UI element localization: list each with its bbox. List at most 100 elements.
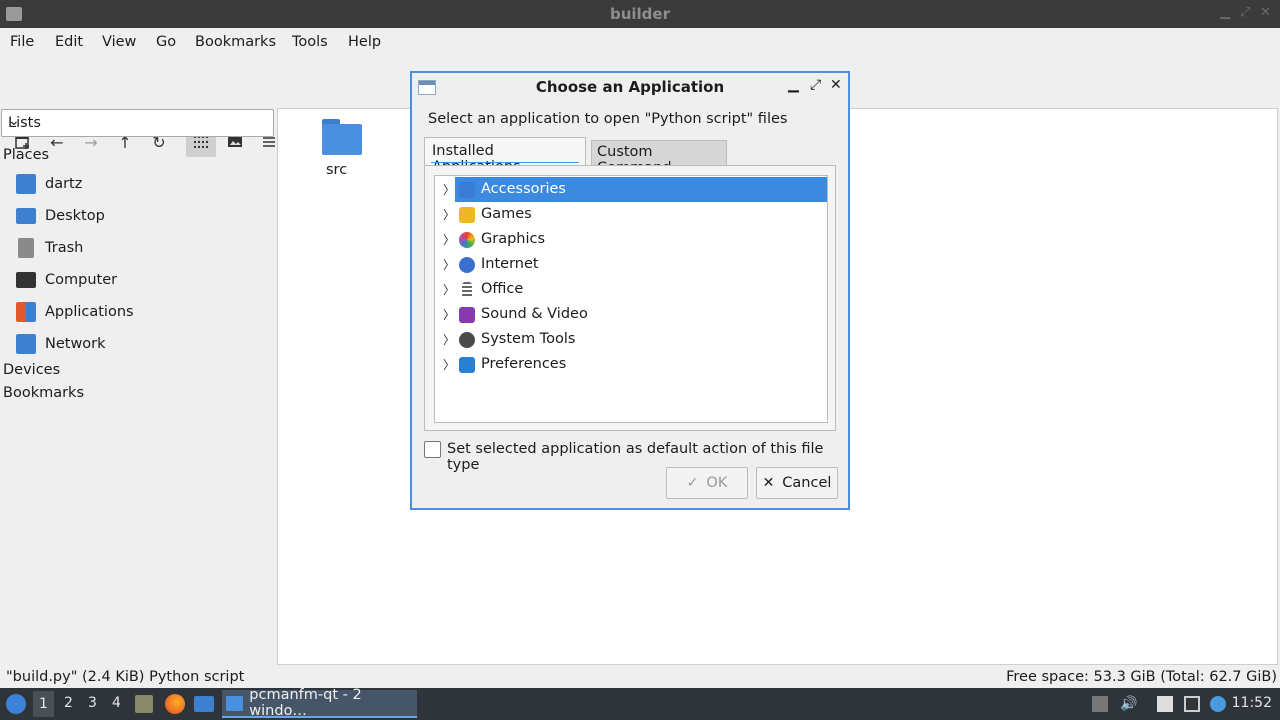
menu-help[interactable]: Help xyxy=(348,34,381,50)
expand-arrow-icon[interactable]: 〉 xyxy=(443,356,455,373)
workspace-3[interactable]: 3 xyxy=(88,695,97,711)
status-free-space: Free space: 53.3 GiB (Total: 62.7 GiB) xyxy=(1006,669,1277,685)
menu-go[interactable]: Go xyxy=(156,34,176,50)
dialog-prompt: Select an application to open "Python sc… xyxy=(428,111,788,127)
devices-header[interactable]: Devices xyxy=(3,362,60,378)
expand-arrow-icon[interactable]: 〉 xyxy=(443,306,455,323)
dialog-minimize-button[interactable]: ▁ xyxy=(788,77,799,93)
ok-button[interactable]: ✓ OK xyxy=(666,467,748,499)
sidebar-item-trash[interactable]: Trash xyxy=(16,235,83,261)
sidebar-item-applications[interactable]: Applications xyxy=(16,299,134,325)
folder-icon[interactable] xyxy=(322,119,362,155)
tree-item-accessories[interactable]: 〉 Accessories xyxy=(435,177,828,202)
tree-item-system-tools[interactable]: 〉 System Tools xyxy=(435,327,828,352)
sidebar-item-label: Trash xyxy=(45,240,84,256)
graphics-icon xyxy=(459,232,475,248)
places-header[interactable]: Places xyxy=(3,147,49,163)
folder-label[interactable]: src xyxy=(326,162,347,178)
tree-item-label: Games xyxy=(481,206,532,222)
volume-icon[interactable]: 🔊 xyxy=(1120,696,1137,712)
chevron-down-icon: ⌄ xyxy=(8,113,20,129)
tab-installed-applications[interactable]: Installed Applications xyxy=(424,137,586,175)
sidebar-item-dartz[interactable]: dartz xyxy=(16,171,82,197)
status-selection: "build.py" (2.4 KiB) Python script xyxy=(6,669,245,685)
sidebar-item-label: dartz xyxy=(45,176,83,192)
folder-icon xyxy=(226,695,244,711)
office-icon xyxy=(462,282,472,298)
expand-arrow-icon[interactable]: 〉 xyxy=(443,256,455,273)
tree-item-games[interactable]: 〉 Games xyxy=(435,202,828,227)
expand-arrow-icon[interactable]: 〉 xyxy=(443,281,455,298)
dialog-title: Choose an Application xyxy=(535,78,725,96)
update-notifier-icon[interactable] xyxy=(1210,696,1226,712)
window-titlebar: builder ▁ ⤢ ✕ xyxy=(0,0,1280,28)
tree-item-label: Graphics xyxy=(481,231,546,247)
expand-arrow-icon[interactable]: 〉 xyxy=(443,206,455,223)
sidebar-item-network[interactable]: Network xyxy=(16,331,106,357)
tree-item-label: Accessories xyxy=(481,181,566,197)
close-button[interactable]: ✕ xyxy=(1260,5,1271,20)
expand-arrow-icon[interactable]: 〉 xyxy=(443,231,455,248)
task-button-pcmanfm[interactable]: pcmanfm-qt - 2 windo… xyxy=(222,687,417,719)
workspace-4[interactable]: 4 xyxy=(112,695,121,711)
preferences-icon xyxy=(459,357,475,373)
check-icon: ✓ xyxy=(686,475,699,491)
tree-item-label: System Tools xyxy=(481,331,576,347)
trash-icon xyxy=(18,238,34,258)
start-menu-icon[interactable] xyxy=(6,694,26,714)
application-category-tree[interactable]: 〉 Accessories 〉 Games 〉 Graphics 〉 Inter… xyxy=(434,175,828,423)
menu-bar: File Edit View Go Bookmarks Tools Help xyxy=(0,28,1280,58)
close-icon: ✕ xyxy=(762,475,775,491)
menu-edit[interactable]: Edit xyxy=(55,34,83,50)
computer-icon xyxy=(16,272,36,288)
ok-label: OK xyxy=(706,475,728,491)
minimize-button[interactable]: ▁ xyxy=(1220,5,1230,20)
firefox-launcher-icon[interactable] xyxy=(165,694,185,714)
tree-item-internet[interactable]: 〉 Internet xyxy=(435,252,828,277)
maximize-button[interactable]: ⤢ xyxy=(1240,5,1250,20)
tree-item-preferences[interactable]: 〉 Preferences xyxy=(435,352,828,377)
workspace-1[interactable]: 1 xyxy=(33,691,54,717)
tab-custom-command[interactable]: Custom Command xyxy=(591,140,727,176)
expand-arrow-icon[interactable]: 〉 xyxy=(443,331,455,348)
tree-item-sound-video[interactable]: 〉 Sound & Video xyxy=(435,302,828,327)
network-icon xyxy=(16,334,36,354)
tree-item-label: Preferences xyxy=(481,356,567,372)
tree-item-office[interactable]: 〉 Office xyxy=(435,277,828,302)
taskbar: 1 2 3 4 pcmanfm-qt - 2 windo… 🔊 11:52 xyxy=(0,687,1280,720)
eject-icon[interactable] xyxy=(1092,696,1108,712)
sidebar-mode-combo[interactable]: Lists ⌄ xyxy=(1,109,274,137)
menu-view[interactable]: View xyxy=(102,34,136,50)
tree-item-graphics[interactable]: 〉 Graphics xyxy=(435,227,828,252)
expand-arrow-icon[interactable]: 〉 xyxy=(443,181,455,198)
workspace-2[interactable]: 2 xyxy=(64,695,73,711)
installed-applications-panel: 〉 Accessories 〉 Games 〉 Graphics 〉 Inter… xyxy=(424,165,836,431)
system-tools-icon xyxy=(459,332,475,348)
task-button-label: pcmanfm-qt - 2 windo… xyxy=(249,687,362,719)
accessories-icon xyxy=(459,182,475,198)
sidebar-item-label: Applications xyxy=(45,304,134,320)
cancel-button[interactable]: ✕ Cancel xyxy=(756,467,838,499)
sidebar-item-desktop[interactable]: Desktop xyxy=(16,203,105,229)
show-desktop-icon[interactable] xyxy=(194,696,214,712)
default-action-checkbox[interactable] xyxy=(424,441,441,458)
clipboard-icon[interactable] xyxy=(1157,696,1173,712)
bookmarks-header[interactable]: Bookmarks xyxy=(3,385,84,401)
dialog-close-button[interactable]: ✕ xyxy=(830,77,842,93)
file-manager-launcher-icon[interactable] xyxy=(135,695,153,713)
applications-icon xyxy=(16,302,36,322)
sound-video-icon xyxy=(459,307,475,323)
desktop-icon xyxy=(16,208,36,224)
tree-item-label: Office xyxy=(481,281,524,297)
menu-file[interactable]: File xyxy=(10,34,34,50)
dialog-maximize-button[interactable]: ⤢ xyxy=(810,77,821,93)
menu-tools[interactable]: Tools xyxy=(292,34,328,50)
screen-icon[interactable] xyxy=(1184,696,1200,712)
tree-item-label: Sound & Video xyxy=(481,306,588,322)
sidebar-item-computer[interactable]: Computer xyxy=(16,267,117,293)
cancel-label: Cancel xyxy=(782,475,832,491)
menu-bookmarks[interactable]: Bookmarks xyxy=(195,34,276,50)
sidebar-item-label: Desktop xyxy=(45,208,105,224)
games-icon xyxy=(459,207,475,223)
clock[interactable]: 11:52 xyxy=(1232,695,1272,711)
